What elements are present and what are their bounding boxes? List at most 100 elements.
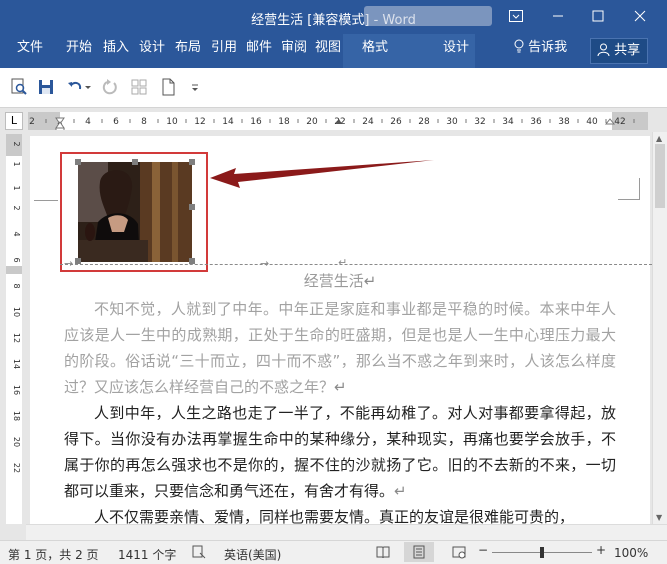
minimize-icon[interactable]: [538, 0, 578, 34]
new-document-icon[interactable]: [159, 78, 179, 98]
word-window: 经营生活 [兼容模式] - Word 文件 开始 插入 设计 布局 引用 邮件 …: [0, 0, 667, 564]
ruler-tick-label: 10: [166, 117, 178, 127]
zoom-in-button[interactable]: +: [596, 543, 606, 557]
customize-dropdown-icon[interactable]: [190, 78, 202, 98]
ruler-tick-label: 2: [12, 141, 21, 146]
ruler-tick-label: 42: [614, 117, 625, 127]
paragraph-mark: ↵: [334, 378, 347, 396]
tab-picture-design[interactable]: 设计: [443, 34, 469, 68]
ruler-tick-label: 4: [85, 117, 91, 127]
scroll-up-icon[interactable]: ▲: [656, 134, 662, 143]
paragraph-mark: ↵: [363, 272, 377, 290]
tab-references[interactable]: 引用: [211, 34, 237, 68]
proofing-icon[interactable]: [192, 545, 206, 562]
paragraph-2[interactable]: 人到中年，人生之路也走了一半了，不能再幼稚了。对人对事都要拿得起，放得下。当你没…: [64, 400, 616, 504]
tab-view[interactable]: 视图: [315, 34, 341, 68]
ruler-tick-label: 26: [390, 117, 402, 127]
horizontal-scrollbar[interactable]: [26, 524, 667, 540]
save-icon[interactable]: [37, 78, 57, 98]
ruler-tick-label: 24: [362, 117, 374, 127]
ruler-tick-label: 16: [12, 385, 21, 395]
paragraph-text: 人到中年，人生之路也走了一半了，不能再幼稚了。对人对事都要拿得起，放得下。当你没…: [64, 404, 616, 500]
undo-dropdown-icon[interactable]: [84, 78, 94, 98]
undo-icon[interactable]: [66, 78, 86, 98]
ruler-tick-label: 22: [12, 463, 21, 473]
heading-text: 经营生活: [303, 272, 364, 290]
web-layout-icon[interactable]: [452, 545, 466, 562]
title-bar: 经营生活 [兼容模式] - Word: [0, 0, 667, 34]
document-area[interactable]: → → ↵ 经营生活↵ 不知不觉，人就到了中年。中年正是家庭和事业都是平稳的时候…: [26, 132, 652, 524]
person-icon: [597, 43, 614, 58]
ruler-tick-label: 2: [29, 117, 35, 127]
ruler-tick-label: 6: [12, 257, 21, 262]
ruler-tick-label: 1: [12, 185, 21, 190]
zoom-level[interactable]: 100%: [614, 546, 648, 560]
paragraph-1[interactable]: 不知不觉，人就到了中年。中年正是家庭和事业都是平稳的时候。本来中年人应该是人一生…: [64, 296, 616, 400]
ruler-tick-label: 16: [250, 117, 262, 127]
ruler-tick-label: 20: [306, 117, 318, 127]
vertical-ruler[interactable]: 211246810121416182022: [6, 134, 22, 524]
ruler-tick-label: 18: [278, 117, 290, 127]
tab-file[interactable]: 文件: [17, 34, 43, 68]
share-label: 共享: [614, 43, 641, 58]
tell-me-button[interactable]: 告诉我: [514, 34, 567, 68]
print-layout-icon[interactable]: [404, 542, 434, 562]
ruler-tick-label: 8: [12, 283, 21, 288]
horizontal-ruler[interactable]: 224681012141618202224262830323436384042: [28, 112, 648, 130]
resize-handle[interactable]: [132, 159, 138, 165]
ruler-tick-label: 12: [12, 333, 21, 343]
tab-mailings[interactable]: 邮件: [246, 34, 272, 68]
language[interactable]: 英语(美国): [224, 546, 281, 563]
scroll-thumb[interactable]: [655, 144, 665, 208]
zoom-out-button[interactable]: −: [478, 543, 488, 557]
document-heading[interactable]: 经营生活↵: [30, 270, 650, 291]
ruler-tick-label: 18: [12, 411, 21, 421]
ruler-tick-label: 12: [194, 117, 205, 127]
read-mode-icon[interactable]: [376, 545, 390, 562]
redo-icon[interactable]: [101, 78, 121, 98]
resize-handle[interactable]: [189, 159, 195, 165]
paragraph-text: 人不仅需要亲情、爱情，同样也需要友情。真正的友谊是很难能可贵的，: [94, 508, 575, 524]
ruler-tick-label: 14: [222, 117, 234, 127]
ruler-tick-label: 32: [474, 117, 485, 127]
tab-review[interactable]: 审阅: [281, 34, 307, 68]
resize-handle[interactable]: [189, 204, 195, 210]
ruler-tick-label: 8: [141, 117, 147, 127]
close-icon[interactable]: [620, 0, 660, 34]
ruler-tick-label: 20: [12, 437, 21, 447]
inserted-picture[interactable]: [78, 162, 192, 262]
ruler-tick-label: 6: [113, 117, 119, 127]
word-count[interactable]: 1411 个字: [118, 546, 176, 563]
quick-access-toolbar: [0, 68, 667, 108]
ruler-tick-label: 28: [418, 117, 430, 127]
tell-me-label: 告诉我: [528, 40, 568, 55]
zoom-slider-thumb[interactable]: [540, 547, 544, 558]
document-page[interactable]: → → ↵ 经营生活↵ 不知不觉，人就到了中年。中年正是家庭和事业都是平稳的时候…: [30, 136, 652, 524]
share-button[interactable]: 共享: [590, 38, 648, 64]
scroll-down-icon[interactable]: ▼: [656, 513, 662, 522]
paragraph-3[interactable]: 人不仅需要亲情、爱情，同样也需要友情。真正的友谊是很难能可贵的，: [64, 504, 616, 524]
margin-mark-right: [618, 178, 640, 200]
highlighted-picture-box[interactable]: [60, 152, 208, 272]
touch-mode-icon[interactable]: [130, 78, 150, 98]
resize-handle[interactable]: [75, 159, 81, 165]
tab-home[interactable]: 开始: [66, 34, 92, 68]
annotation-arrow: [210, 160, 434, 188]
maximize-icon[interactable]: [578, 0, 618, 34]
tab-layout[interactable]: 布局: [175, 34, 201, 68]
tab-insert[interactable]: 插入: [103, 34, 129, 68]
page-count[interactable]: 第 1 页，共 2 页: [8, 546, 99, 563]
ruler-tick-label: 30: [446, 117, 458, 127]
vertical-scrollbar[interactable]: ▲ ▼: [652, 132, 667, 524]
account-area[interactable]: [364, 6, 492, 26]
paragraph-mark: ↵: [394, 482, 407, 500]
paragraph-mark: ↵: [338, 256, 348, 269]
tab-format[interactable]: 格式: [362, 34, 388, 68]
ruler-tick-label: 34: [502, 117, 514, 127]
tab-selector[interactable]: L: [5, 112, 23, 130]
ruler-tick-label: 10: [12, 307, 21, 317]
horizontal-ruler-row: L 22468101214161820222426283032343638404…: [0, 108, 667, 132]
print-preview-icon[interactable]: [10, 78, 30, 98]
ribbon-display-icon[interactable]: [496, 0, 536, 34]
tab-design[interactable]: 设计: [139, 34, 165, 68]
